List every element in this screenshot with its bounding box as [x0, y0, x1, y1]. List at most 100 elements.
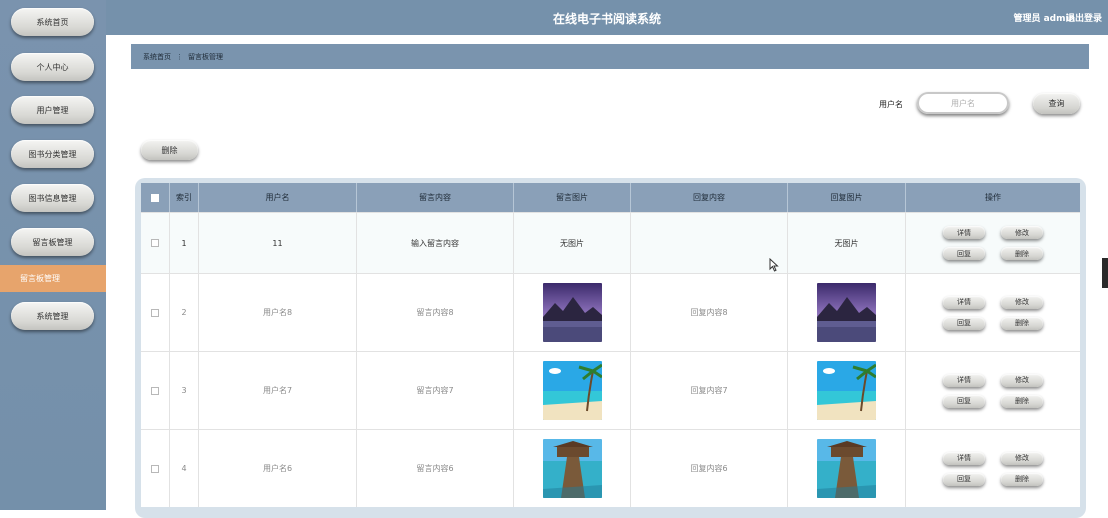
reply-button[interactable]: 回复 — [943, 394, 985, 408]
cell-reply-image — [788, 430, 906, 507]
table-header: 索引 用户名 留言内容 留言图片 回复内容 回复图片 操作 — [141, 183, 1080, 212]
app-title: 在线电子书阅读系统 — [552, 12, 661, 26]
row-delete-button[interactable]: 删除 — [1001, 472, 1043, 486]
row-checkbox[interactable] — [151, 386, 159, 395]
sidebar-item-label: 系统首页 — [36, 17, 69, 27]
table-container: 索引 用户名 留言内容 留言图片 回复内容 回复图片 操作 1 11 输入留言内… — [135, 178, 1086, 518]
sidebar-item-message-board[interactable]: 留言板管理 — [11, 228, 94, 256]
cell-reply: 回复内容8 — [631, 274, 788, 351]
sidebar-item-book-info[interactable]: 图书信息管理 — [11, 184, 94, 212]
row-select-cell — [141, 213, 170, 273]
cell-username: 11 — [199, 213, 357, 273]
cell-index: 2 — [170, 274, 199, 351]
table-row: 3 用户名7 留言内容7 回复内容7 详情 修改 回复 删除 — [141, 351, 1080, 429]
cell-index: 1 — [170, 213, 199, 273]
detail-button[interactable]: 详情 — [943, 295, 985, 309]
cell-reply: 回复内容7 — [631, 352, 788, 429]
column-header-index: 索引 — [170, 183, 199, 212]
sidebar-item-home[interactable]: 系统首页 — [11, 8, 94, 36]
table-row: 2 用户名8 留言内容8 回复内容8 详情 修改 回复 删除 — [141, 273, 1080, 351]
cell-image — [514, 352, 631, 429]
scroll-handle[interactable] — [1102, 258, 1108, 288]
sidebar-item-label: 系统管理 — [36, 311, 69, 321]
message-table: 索引 用户名 留言内容 留言图片 回复内容 回复图片 操作 1 11 输入留言内… — [141, 183, 1080, 507]
beach-landscape-image[interactable] — [542, 361, 602, 420]
logout-link[interactable]: 退出登录 — [1066, 11, 1102, 24]
mouse-cursor-icon — [769, 258, 779, 272]
sidebar-item-label: 留言板管理 — [20, 274, 60, 283]
search-button[interactable]: 查询 — [1033, 93, 1080, 114]
search-input[interactable] — [917, 92, 1009, 114]
sidebar-item-system[interactable]: 系统管理 — [11, 302, 94, 330]
row-checkbox[interactable] — [151, 464, 159, 473]
row-delete-button[interactable]: 删除 — [1001, 394, 1043, 408]
cell-actions: 详情 修改 回复 删除 — [906, 213, 1080, 273]
beach-landscape-image[interactable] — [817, 361, 876, 420]
top-header: 在线电子书阅读系统 管理员 admin 退出登录 — [106, 0, 1108, 35]
row-checkbox[interactable] — [151, 239, 159, 247]
reply-button[interactable]: 回复 — [943, 472, 985, 486]
row-delete-button[interactable]: 删除 — [1001, 247, 1043, 260]
delete-button[interactable]: 删除 — [141, 140, 198, 160]
breadcrumb: 系统首页 ⋮ 留言板管理 — [131, 44, 1089, 69]
sidebar-item-label: 留言板管理 — [32, 237, 73, 247]
table-row: 1 11 输入留言内容 无图片 无图片 详情 修改 回复 删除 — [141, 212, 1080, 273]
sidebar-item-profile[interactable]: 个人中心 — [11, 53, 94, 81]
search-label: 用户名 — [879, 100, 903, 109]
cell-username: 用户名6 — [199, 430, 357, 507]
lake-landscape-image[interactable] — [817, 283, 876, 342]
table-row: 4 用户名6 留言内容6 回复内容6 详情 修改 回复 删除 — [141, 429, 1080, 507]
breadcrumb-current: 留言板管理 — [188, 52, 223, 61]
row-delete-button[interactable]: 删除 — [1001, 316, 1043, 330]
cell-content: 留言内容6 — [357, 430, 514, 507]
cell-image — [514, 274, 631, 351]
sidebar-item-book-category[interactable]: 图书分类管理 — [11, 140, 94, 168]
sidebar-item-users[interactable]: 用户管理 — [11, 96, 94, 124]
cell-content: 输入留言内容 — [357, 213, 514, 273]
column-header-reply: 回复内容 — [631, 183, 788, 212]
sidebar-item-label: 用户管理 — [36, 105, 69, 115]
edit-button[interactable]: 修改 — [1001, 226, 1043, 239]
edit-button[interactable]: 修改 — [1001, 451, 1043, 465]
cell-image: 无图片 — [514, 213, 631, 273]
row-select-cell — [141, 274, 170, 351]
cell-username: 用户名8 — [199, 274, 357, 351]
cell-username: 用户名7 — [199, 352, 357, 429]
cell-actions: 详情 修改 回复 删除 — [906, 430, 1080, 507]
cell-reply — [631, 213, 788, 273]
sidebar: 系统首页 个人中心 用户管理 图书分类管理 图书信息管理 留言板管理 留言板管理… — [0, 0, 106, 510]
edit-button[interactable]: 修改 — [1001, 295, 1043, 309]
reply-button[interactable]: 回复 — [943, 316, 985, 330]
pier-landscape-image[interactable] — [542, 439, 602, 498]
cell-reply-image — [788, 352, 906, 429]
cell-index: 3 — [170, 352, 199, 429]
row-select-cell — [141, 352, 170, 429]
cell-actions: 详情 修改 回复 删除 — [906, 352, 1080, 429]
sidebar-item-label: 个人中心 — [36, 62, 69, 72]
cell-reply-image — [788, 274, 906, 351]
column-header-reply-image: 回复图片 — [788, 183, 906, 212]
select-all-checkbox[interactable] — [151, 193, 159, 202]
cell-content: 留言内容8 — [357, 274, 514, 351]
cell-actions: 详情 修改 回复 删除 — [906, 274, 1080, 351]
column-header-image: 留言图片 — [514, 183, 631, 212]
reply-button[interactable]: 回复 — [943, 247, 985, 260]
detail-button[interactable]: 详情 — [943, 373, 985, 387]
breadcrumb-separator: ⋮ — [176, 52, 183, 61]
cell-reply: 回复内容6 — [631, 430, 788, 507]
cell-reply-image: 无图片 — [788, 213, 906, 273]
sidebar-item-message-board-sub[interactable]: 留言板管理 — [0, 265, 106, 292]
detail-button[interactable]: 详情 — [943, 226, 985, 239]
column-header-actions: 操作 — [985, 193, 1001, 202]
column-header-username: 用户名 — [199, 183, 357, 212]
edit-button[interactable]: 修改 — [1001, 373, 1043, 387]
row-select-cell — [141, 430, 170, 507]
column-header-content: 留言内容 — [357, 183, 514, 212]
detail-button[interactable]: 详情 — [943, 451, 985, 465]
breadcrumb-home[interactable]: 系统首页 — [143, 52, 171, 62]
cell-content: 留言内容7 — [357, 352, 514, 429]
row-checkbox[interactable] — [151, 308, 159, 317]
lake-landscape-image[interactable] — [542, 283, 602, 342]
pier-landscape-image[interactable] — [817, 439, 876, 498]
cell-index: 4 — [170, 430, 199, 507]
